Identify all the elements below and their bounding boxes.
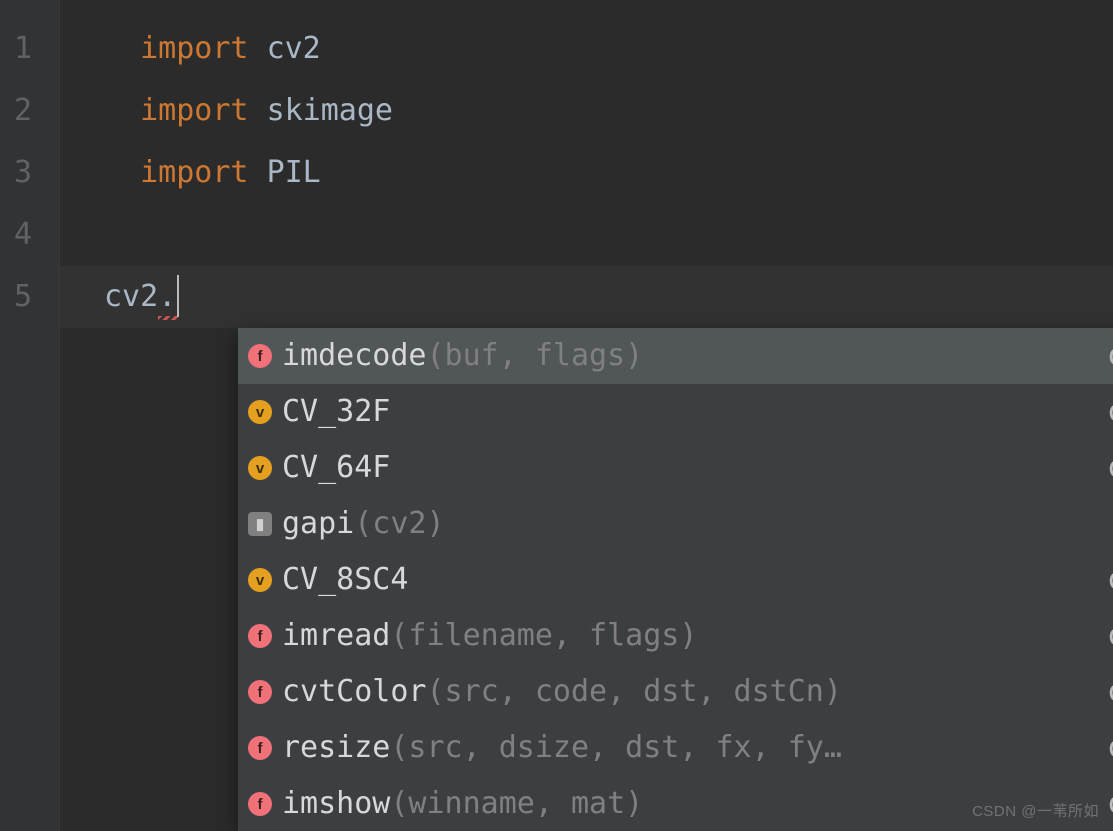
function-icon: f [248, 680, 272, 704]
module-pil: PIL [267, 155, 321, 190]
autocomplete-item-text: CV_32F [282, 384, 1095, 440]
variable-icon: v [248, 568, 272, 592]
code-line-4[interactable] [60, 204, 1113, 266]
autocomplete-item-name: imshow [282, 776, 390, 831]
autocomplete-item-origin: cv2 [1107, 328, 1113, 384]
autocomplete-item-name: imread [282, 608, 390, 664]
function-icon: f [248, 624, 272, 648]
keyword-import: import [140, 155, 248, 190]
autocomplete-item-text: gapi (cv2) [282, 496, 1113, 552]
autocomplete-item-text: imdecode(buf, flags) [282, 328, 1095, 384]
autocomplete-item-name: CV_8SC4 [282, 552, 408, 608]
identifier-cv2: cv2 [104, 279, 158, 314]
autocomplete-item-origin: cv2 [1107, 720, 1113, 776]
module-skimage: skimage [267, 93, 393, 128]
autocomplete-item[interactable]: f imdecode(buf, flags) cv2 [238, 328, 1113, 384]
autocomplete-popup[interactable]: f imdecode(buf, flags) cv2 v CV_32F cv2 v CV_64… [238, 328, 1113, 831]
autocomplete-item-name: gapi [282, 496, 354, 552]
text-caret [177, 275, 179, 317]
line-number: 2 [14, 80, 59, 142]
autocomplete-item[interactable]: f cvtColor(src, code, dst, dstCn) cv2 [238, 664, 1113, 720]
line-number: 4 [14, 204, 59, 266]
autocomplete-item-text: resize(src, dsize, dst, fx, fy… [282, 720, 1095, 776]
code-area[interactable]: import cv2 import skimage import PIL cv2… [60, 0, 1113, 831]
code-line-3[interactable]: import PIL [60, 142, 1113, 204]
code-line-1[interactable]: import cv2 [60, 18, 1113, 80]
autocomplete-item-params: (src, dsize, dst, fx, fy… [390, 720, 842, 776]
function-icon: f [248, 344, 272, 368]
line-number: 5 [14, 266, 59, 328]
autocomplete-item-origin: cv2 [1107, 552, 1113, 608]
autocomplete-item-origin: cv2 [1107, 664, 1113, 720]
variable-icon: v [248, 400, 272, 424]
line-number: 3 [14, 142, 59, 204]
autocomplete-item-name: imdecode [282, 328, 427, 384]
autocomplete-item[interactable]: v CV_32F cv2 [238, 384, 1113, 440]
keyword-import: import [140, 93, 248, 128]
code-line-5[interactable]: cv2. [60, 266, 1113, 328]
keyword-import: import [140, 31, 248, 66]
variable-icon: v [248, 456, 272, 480]
package-icon: ▮ [248, 512, 272, 536]
autocomplete-item-text: imread(filename, flags) [282, 608, 1095, 664]
autocomplete-item-params: (cv2) [354, 496, 444, 552]
line-number-gutter: 1 2 3 4 5 [0, 0, 60, 831]
code-line-2[interactable]: import skimage [60, 80, 1113, 142]
function-icon: f [248, 792, 272, 816]
autocomplete-item-name: CV_32F [282, 384, 390, 440]
dot-error-underline: . [158, 279, 176, 314]
watermark-text: CSDN @一苇所如 [972, 800, 1099, 821]
autocomplete-item[interactable]: fresize(src, dsize, dst, fx, fy…cv2 [238, 720, 1113, 776]
autocomplete-item-origin: cv2 [1107, 440, 1113, 496]
autocomplete-item[interactable]: v CV_64F cv2 [238, 440, 1113, 496]
autocomplete-item-text: cvtColor(src, code, dst, dstCn) [282, 664, 1095, 720]
autocomplete-item-text: CV_8SC4 [282, 552, 1095, 608]
autocomplete-item-name: resize [282, 720, 390, 776]
autocomplete-item-params: (src, code, dst, dstCn) [427, 664, 842, 720]
function-icon: f [248, 736, 272, 760]
code-editor: 1 2 3 4 5 import cv2 import skimage impo… [0, 0, 1113, 831]
autocomplete-item-origin: cv2 [1107, 776, 1113, 831]
module-cv2: cv2 [267, 31, 321, 66]
autocomplete-item-params: (filename, flags) [390, 608, 697, 664]
autocomplete-item-name: CV_64F [282, 440, 390, 496]
autocomplete-item-name: cvtColor [282, 664, 427, 720]
autocomplete-item-params: (buf, flags) [427, 328, 644, 384]
autocomplete-item-params: (winname, mat) [390, 776, 643, 831]
autocomplete-item[interactable]: v CV_8SC4 cv2 [238, 552, 1113, 608]
line-number: 1 [14, 18, 59, 80]
autocomplete-item-origin: cv2 [1107, 384, 1113, 440]
autocomplete-item-text: CV_64F [282, 440, 1095, 496]
autocomplete-item-origin: cv2 [1107, 608, 1113, 664]
autocomplete-item[interactable]: ▮ gapi (cv2) [238, 496, 1113, 552]
autocomplete-item[interactable]: fimread(filename, flags)cv2 [238, 608, 1113, 664]
